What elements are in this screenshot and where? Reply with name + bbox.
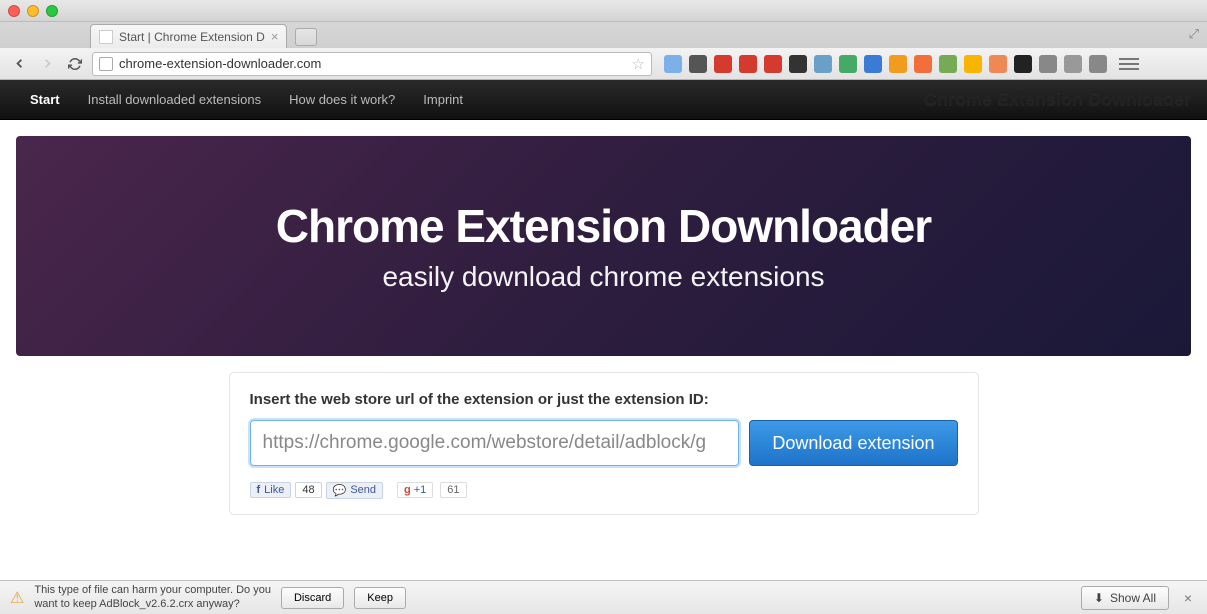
extension-icon-14[interactable] xyxy=(1014,55,1032,73)
page-icon xyxy=(99,30,113,44)
extension-icon-17[interactable] xyxy=(1089,55,1107,73)
warning-line1: This type of file can harm your computer… xyxy=(34,584,271,597)
extension-url-input[interactable] xyxy=(250,420,740,466)
extension-icon-6[interactable] xyxy=(814,55,832,73)
google-plus-icon: g xyxy=(404,484,411,496)
extension-icon-4[interactable] xyxy=(764,55,782,73)
site-navbar: Start Install downloaded extensions How … xyxy=(0,80,1207,120)
input-row: Download extension xyxy=(250,420,958,466)
tab-title: Start | Chrome Extension D xyxy=(119,30,265,44)
window-zoom-button[interactable] xyxy=(46,5,58,17)
download-arrow-icon: ⬇ xyxy=(1094,591,1104,605)
address-bar[interactable]: chrome-extension-downloader.com ☆ xyxy=(92,52,652,76)
new-tab-button[interactable] xyxy=(295,28,317,46)
nav-brand: Chrome Extension Downloader xyxy=(924,89,1191,110)
extension-icon-10[interactable] xyxy=(914,55,932,73)
extension-icon-0[interactable] xyxy=(664,55,682,73)
extension-icons xyxy=(664,55,1107,73)
window-minimize-button[interactable] xyxy=(27,5,39,17)
window-close-button[interactable] xyxy=(8,5,20,17)
nav-start[interactable]: Start xyxy=(16,80,74,119)
tab-strip: Start | Chrome Extension D × ⤢ xyxy=(0,22,1207,48)
warning-icon: ⚠ xyxy=(10,588,24,608)
download-button[interactable]: Download extension xyxy=(749,420,957,466)
discard-button[interactable]: Discard xyxy=(281,587,344,609)
hero-title: Chrome Extension Downloader xyxy=(276,199,931,253)
url-text: chrome-extension-downloader.com xyxy=(119,56,321,71)
extension-icon-5[interactable] xyxy=(789,55,807,73)
download-form-card: Insert the web store url of the extensio… xyxy=(229,372,979,515)
download-warning-text: This type of file can harm your computer… xyxy=(34,584,271,610)
browser-toolbar: chrome-extension-downloader.com ☆ xyxy=(0,48,1207,80)
download-shelf: ⚠ This type of file can harm your comput… xyxy=(0,580,1207,614)
show-all-downloads-button[interactable]: ⬇ Show All xyxy=(1081,586,1169,610)
social-row: fLike 48 💬Send g+1 61 xyxy=(250,480,958,500)
warning-line2: want to keep AdBlock_v2.6.2.crx anyway? xyxy=(34,598,271,611)
gplus-label: +1 xyxy=(414,484,427,496)
back-button[interactable] xyxy=(8,53,30,75)
site-icon xyxy=(99,57,113,71)
keep-button[interactable]: Keep xyxy=(354,587,406,609)
forward-button[interactable] xyxy=(36,53,58,75)
fullscreen-icon[interactable]: ⤢ xyxy=(1189,26,1199,42)
fb-like-count: 48 xyxy=(295,482,321,498)
nav-imprint[interactable]: Imprint xyxy=(409,80,477,119)
close-download-shelf-button[interactable]: × xyxy=(1179,590,1197,606)
fb-send-label: Send xyxy=(350,484,376,496)
fb-like-label: Like xyxy=(264,484,284,496)
extension-icon-7[interactable] xyxy=(839,55,857,73)
speech-icon: 💬 xyxy=(333,484,347,497)
facebook-icon: f xyxy=(257,484,261,496)
extension-icon-12[interactable] xyxy=(964,55,982,73)
nav-how[interactable]: How does it work? xyxy=(275,80,409,119)
extension-icon-2[interactable] xyxy=(714,55,732,73)
extension-icon-15[interactable] xyxy=(1039,55,1057,73)
extension-icon-9[interactable] xyxy=(889,55,907,73)
reload-button[interactable] xyxy=(64,53,86,75)
window-titlebar xyxy=(0,0,1207,22)
extension-icon-1[interactable] xyxy=(689,55,707,73)
gplus-widget[interactable]: g+1 61 xyxy=(397,480,467,500)
hero-banner: Chrome Extension Downloader easily downl… xyxy=(16,136,1191,356)
gplus-count: 61 xyxy=(440,482,466,498)
tab-close-button[interactable]: × xyxy=(271,29,279,44)
hero-subtitle: easily download chrome extensions xyxy=(382,261,824,293)
fb-like-widget[interactable]: fLike 48 💬Send xyxy=(250,480,384,500)
chrome-menu-button[interactable] xyxy=(1119,58,1139,70)
extension-icon-16[interactable] xyxy=(1064,55,1082,73)
form-label: Insert the web store url of the extensio… xyxy=(250,391,958,408)
extension-icon-8[interactable] xyxy=(864,55,882,73)
nav-install[interactable]: Install downloaded extensions xyxy=(74,80,275,119)
browser-tab[interactable]: Start | Chrome Extension D × xyxy=(90,24,287,48)
bookmark-star-icon[interactable]: ☆ xyxy=(632,55,645,73)
extension-icon-13[interactable] xyxy=(989,55,1007,73)
show-all-label: Show All xyxy=(1110,591,1156,605)
extension-icon-11[interactable] xyxy=(939,55,957,73)
extension-icon-3[interactable] xyxy=(739,55,757,73)
